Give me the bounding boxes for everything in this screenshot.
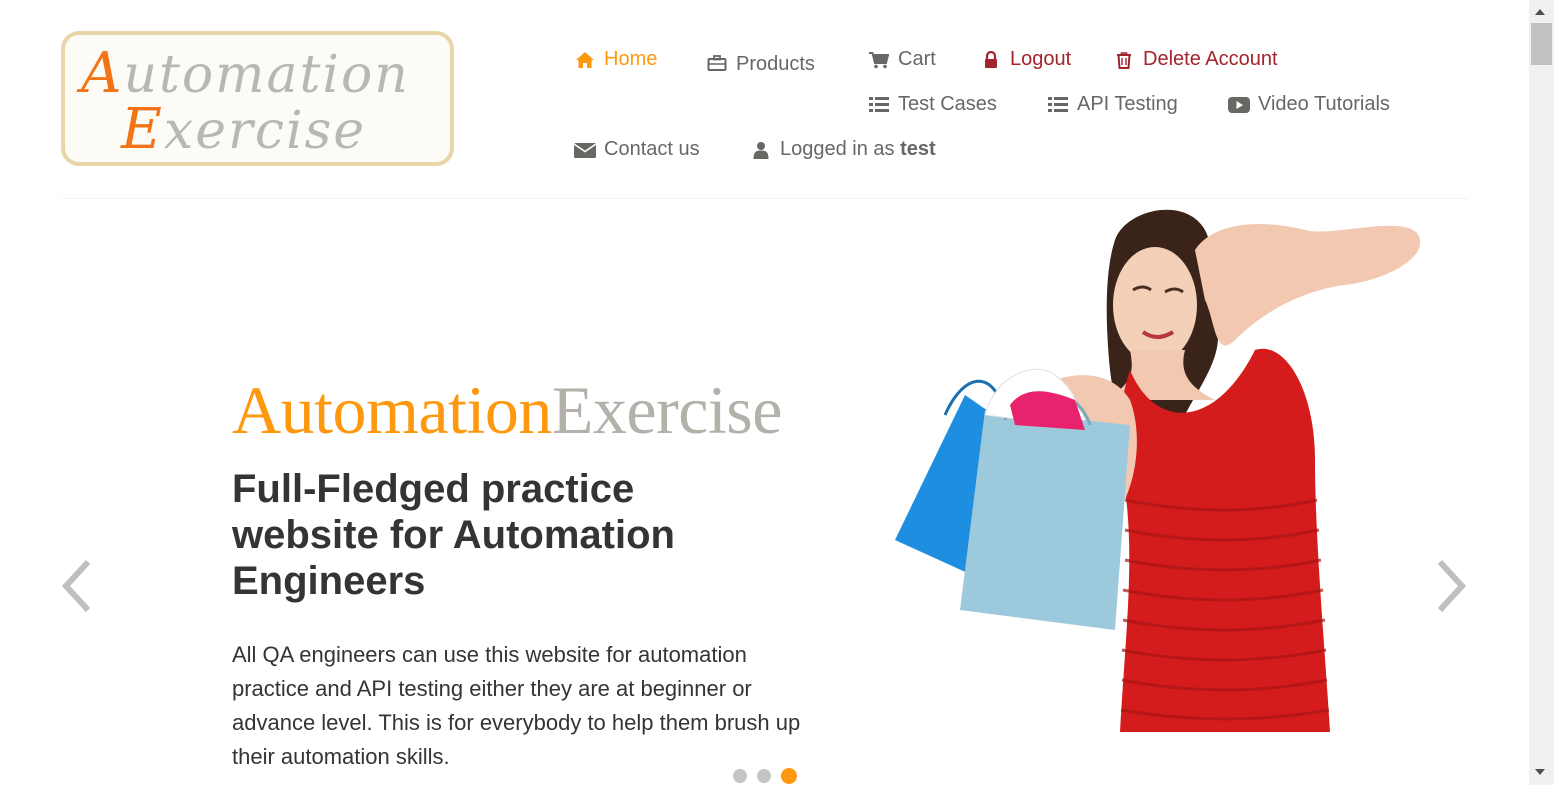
carousel-dot-2[interactable]: [757, 769, 771, 783]
cart-icon: [868, 49, 890, 71]
nav-delete-account[interactable]: Delete Account: [1113, 48, 1278, 71]
nav-contact-us[interactable]: Contact us: [574, 138, 700, 161]
nav-cart[interactable]: Cart: [868, 48, 936, 71]
scroll-down-icon[interactable]: [1535, 769, 1545, 775]
nav-products-label: Products: [736, 53, 815, 75]
nav-api-testing[interactable]: API Testing: [1047, 93, 1178, 116]
page-scrollbar[interactable]: [1529, 0, 1554, 785]
slider-title-part-2: Exercise: [551, 372, 783, 448]
slider-next-button[interactable]: [1428, 556, 1474, 616]
nav-logged-in[interactable]: Logged in as test: [750, 138, 936, 161]
slider-heading: Full-Fledged practice website for Automa…: [232, 467, 675, 603]
nav-logout[interactable]: Logout: [980, 48, 1071, 71]
list-icon: [868, 94, 890, 116]
slider-title: AutomationExercise: [232, 371, 782, 450]
logo-line-2: Exercise: [121, 97, 367, 162]
header-divider: [61, 198, 1468, 199]
nav-test-cases-label: Test Cases: [898, 93, 997, 115]
nav-logout-label: Logout: [1010, 48, 1072, 70]
chevron-right-icon: [1437, 559, 1467, 613]
nav-video-tutorials[interactable]: Video Tutorials: [1228, 93, 1390, 116]
list-icon: [1047, 94, 1069, 116]
nav-delete-account-label: Delete Account: [1143, 48, 1278, 70]
scrollbar-thumb[interactable]: [1531, 23, 1552, 65]
nav-home-label: Home: [604, 48, 658, 70]
username: test: [900, 138, 936, 160]
youtube-play-icon: [1228, 94, 1250, 116]
lock-icon: [980, 49, 1002, 71]
carousel-dot-1[interactable]: [733, 769, 747, 783]
home-icon: [574, 49, 596, 71]
slider-description: All QA engineers can use this website fo…: [232, 642, 801, 769]
nav-products[interactable]: Products: [706, 49, 815, 76]
carousel-dot-3[interactable]: [781, 768, 797, 784]
carousel-indicators: [733, 768, 797, 784]
nav-api-testing-label: API Testing: [1077, 93, 1178, 115]
slider-prev-button[interactable]: [54, 556, 100, 616]
user-icon: [750, 139, 772, 161]
nav-video-tutorials-label: Video Tutorials: [1258, 93, 1390, 115]
nav-test-cases[interactable]: Test Cases: [868, 93, 997, 116]
nav-cart-label: Cart: [898, 48, 936, 70]
nav-home[interactable]: Home: [574, 48, 657, 71]
hero-image: [885, 200, 1425, 732]
logged-in-prefix: Logged in as: [780, 138, 895, 160]
trash-icon: [1113, 49, 1135, 71]
nav-contact-us-label: Contact us: [604, 138, 700, 160]
slider-title-part-1: Automation: [232, 372, 552, 448]
scroll-up-icon[interactable]: [1535, 9, 1545, 15]
logged-in-text: Logged in as test: [780, 138, 936, 161]
chevron-left-icon: [61, 559, 91, 613]
envelope-icon: [574, 139, 596, 161]
site-logo[interactable]: Automation Exercise: [61, 31, 454, 166]
briefcase-icon: [706, 52, 728, 74]
